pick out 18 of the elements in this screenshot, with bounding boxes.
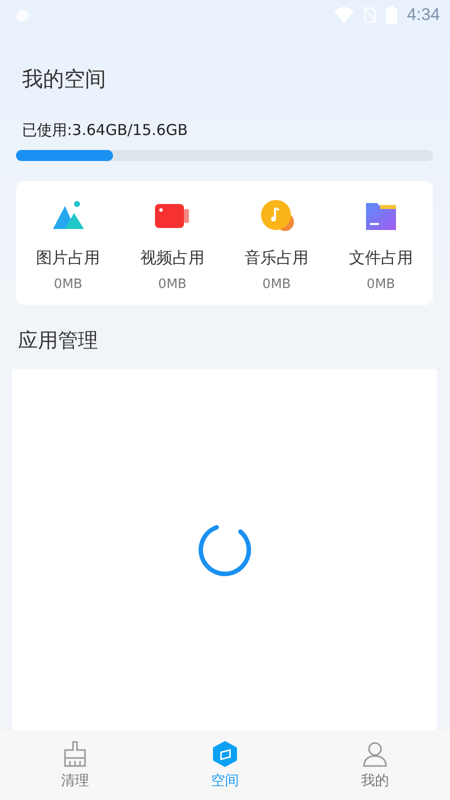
category-size: 0MB bbox=[262, 277, 291, 292]
category-label: 视频占用 bbox=[140, 248, 204, 269]
page-title: 我的空间 bbox=[22, 66, 107, 93]
category-size: 0MB bbox=[366, 277, 396, 292]
category-label: 图片占用 bbox=[36, 248, 100, 269]
storage-used-text: 已使用:3.64GB/15.6GB bbox=[22, 121, 189, 140]
status-time: 4:34 bbox=[406, 5, 440, 25]
nav-tab[interactable]: 清理 bbox=[0, 730, 150, 800]
section-title: 应用管理 bbox=[18, 327, 99, 354]
cube-icon bbox=[211, 740, 239, 768]
nav-tab[interactable]: 空间 bbox=[150, 730, 300, 800]
category-label: 文件占用 bbox=[348, 248, 413, 269]
category-label: 音乐占用 bbox=[244, 248, 309, 269]
person-icon bbox=[361, 740, 389, 768]
category-size: 0MB bbox=[54, 277, 82, 292]
music-disc-icon bbox=[258, 198, 295, 234]
category-size: 0MB bbox=[158, 277, 187, 292]
nav-tab[interactable]: 我的 bbox=[300, 730, 450, 800]
